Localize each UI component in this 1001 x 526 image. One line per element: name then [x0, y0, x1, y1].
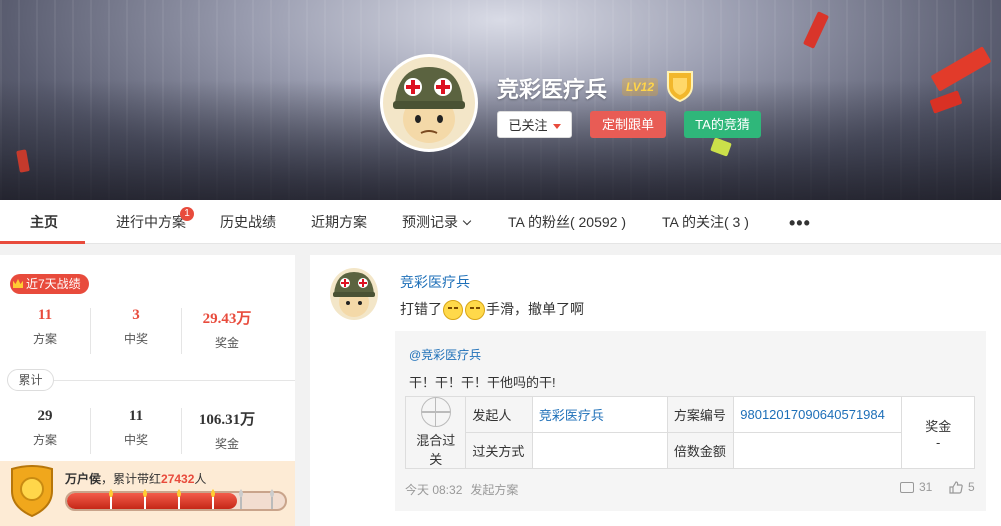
- total-wins-stat: 11 中奖: [91, 408, 181, 448]
- follow-button[interactable]: 已关注: [497, 111, 572, 138]
- tab-fans[interactable]: TA 的粉丝( 20592 ): [508, 200, 626, 244]
- total-plans-stat: 29 方案: [0, 408, 90, 448]
- week-prize-stat: 29.43万 奖金: [182, 307, 272, 351]
- post-text: 打错了 手滑，撤单了啊: [400, 299, 584, 321]
- tab-following[interactable]: TA 的关注( 3 ): [662, 200, 749, 244]
- week-prize-label: 奖金: [214, 336, 239, 350]
- tab-recent[interactable]: 近期方案: [311, 200, 367, 244]
- post-text-after: 手滑，撤单了啊: [486, 301, 584, 317]
- total-plans-value: 29: [37, 408, 53, 424]
- more-icon[interactable]: •••: [789, 213, 811, 234]
- plan-type: 混合过关: [416, 433, 456, 467]
- ongoing-count-badge: 1: [180, 207, 194, 221]
- week-record-tag: 近7天战绩: [10, 274, 89, 294]
- emoji-icon: [465, 300, 485, 321]
- initiator-label: 发起人: [465, 396, 533, 433]
- quoted-author[interactable]: @竞彩医疗兵: [409, 346, 481, 363]
- shield-badge-icon: [10, 465, 54, 518]
- multiple-label: 倍数金额: [666, 432, 735, 469]
- post-text-before: 打错了: [400, 301, 442, 317]
- plan-no-label: 方案编号: [666, 396, 735, 433]
- total-wins-value: 11: [128, 408, 144, 424]
- torch-icon: [211, 489, 215, 509]
- plan-table: 混合过关 发起人 竞彩医疗兵 方案编号 98012017090640571984…: [404, 396, 975, 469]
- honor-suffix: 人: [194, 472, 207, 486]
- custom-follow-button[interactable]: 定制跟单: [590, 111, 666, 138]
- post-meta: 今天 08:32 发起方案: [405, 481, 526, 498]
- total-prize-value: 106.31万: [198, 412, 256, 428]
- thumbs-up-icon: [949, 481, 963, 494]
- total-prize-label: 奖金: [214, 437, 239, 451]
- plan-type-cell: 混合过关: [404, 396, 467, 469]
- chevron-down-icon: [462, 216, 472, 226]
- torch-icon: [109, 489, 113, 509]
- post-action: 发起方案: [470, 483, 519, 497]
- profile-page: 竞彩医疗兵 LV12 已关注 定制跟单 TA的竞猜 主页 进行中方案 历史战绩 …: [0, 0, 1001, 526]
- pass-value: [531, 432, 668, 469]
- post-author-avatar[interactable]: [330, 268, 378, 320]
- profile-nav: 主页 进行中方案 历史战绩 近期方案 预测记录 TA 的粉丝( 20592 ) …: [0, 200, 1001, 244]
- ta-guess-button[interactable]: TA的竞猜: [684, 111, 761, 138]
- tab-home[interactable]: 主页: [30, 200, 58, 244]
- basketball-icon: [420, 397, 451, 427]
- total-plans-label: 方案: [32, 433, 57, 447]
- total-prize-stat: 106.31万 奖金: [182, 408, 272, 452]
- like-count: 5: [968, 480, 975, 494]
- comment-icon: [900, 482, 914, 494]
- torch-icon: [177, 489, 181, 509]
- multiple-value: [733, 432, 903, 469]
- quoted-text: 干！干！干！干他吗的干!: [409, 375, 556, 390]
- tab-history[interactable]: 历史战绩: [220, 200, 276, 244]
- emoji-icon: [443, 300, 463, 321]
- tab-ongoing[interactable]: 进行中方案: [116, 200, 186, 244]
- pass-label: 过关方式: [465, 432, 533, 469]
- week-wins-value: 3: [132, 307, 140, 323]
- honor-prefix: ，累计带红: [101, 472, 162, 486]
- honor-text: 万户侯，累计带红27432人: [65, 470, 206, 487]
- profile-avatar[interactable]: [380, 54, 478, 152]
- prize-cell: 奖金 -: [901, 396, 975, 469]
- level-badge: LV12: [622, 78, 659, 96]
- torch-icon: [270, 489, 274, 509]
- total-wins-label: 中奖: [123, 433, 148, 447]
- prize-value: -: [936, 434, 941, 450]
- plan-no-link[interactable]: 98012017090640571984: [740, 407, 885, 422]
- profile-username: 竞彩医疗兵: [497, 77, 608, 102]
- comment-button[interactable]: 31: [900, 480, 932, 494]
- initiator-link[interactable]: 竞彩医疗兵: [539, 408, 604, 423]
- medal-icon: [665, 70, 695, 103]
- post-author-name[interactable]: 竞彩医疗兵: [400, 272, 470, 292]
- week-wins-stat: 3 中奖: [91, 307, 181, 347]
- prize-label: 奖金: [925, 418, 952, 434]
- honor-count: 27432: [161, 472, 195, 486]
- tab-predictions-label: 预测记录: [402, 214, 458, 230]
- torch-icon: [143, 489, 147, 509]
- post-time: 今天 08:32: [405, 483, 463, 497]
- honor-title: 万户侯: [65, 472, 102, 486]
- week-plans-label: 方案: [32, 332, 57, 346]
- week-wins-label: 中奖: [123, 332, 148, 346]
- comment-count: 31: [919, 480, 933, 494]
- active-tab-indicator: [0, 241, 85, 244]
- week-plans-stat: 11 方案: [0, 307, 90, 347]
- week-record-label: 近7天战绩: [26, 277, 81, 291]
- week-prize-value: 29.43万: [202, 311, 252, 327]
- follow-button-label: 已关注: [508, 118, 548, 133]
- total-record-tag: 累计: [7, 369, 54, 391]
- like-button[interactable]: 5: [949, 480, 975, 494]
- tab-predictions[interactable]: 预测记录: [402, 200, 472, 244]
- week-plans-value: 11: [37, 307, 53, 323]
- torch-icon: [239, 489, 243, 509]
- caret-down-icon: [552, 124, 561, 130]
- crown-icon: [13, 279, 23, 288]
